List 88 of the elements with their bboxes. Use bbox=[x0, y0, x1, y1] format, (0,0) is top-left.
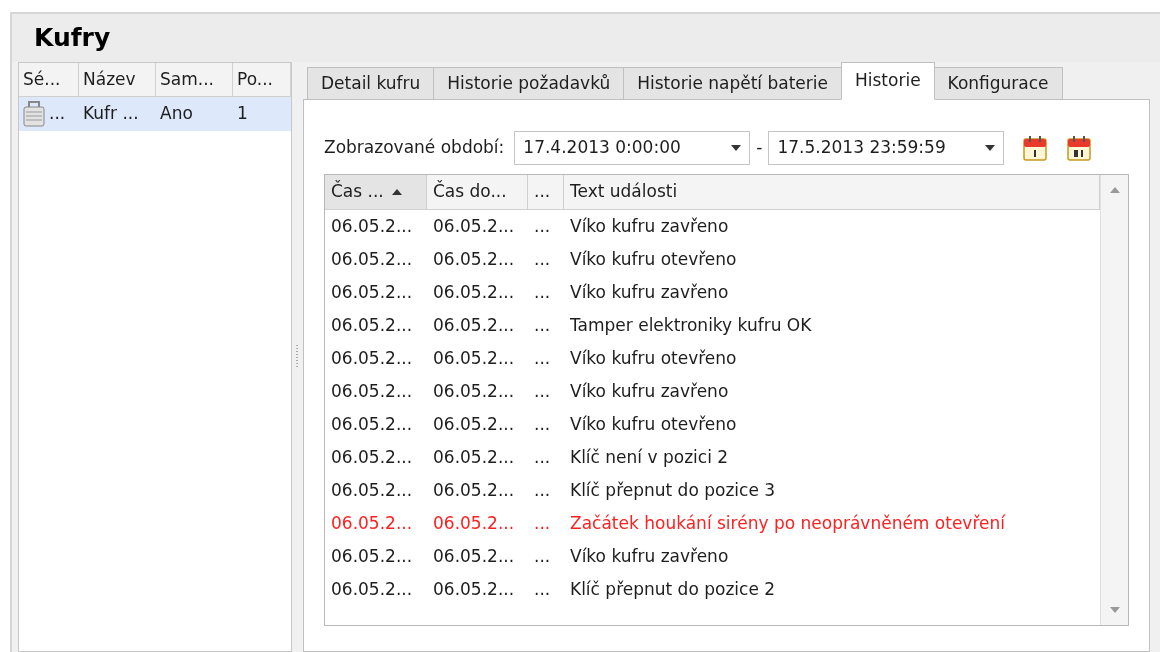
column-header[interactable]: Po... bbox=[233, 63, 291, 96]
table-cell-text: ... bbox=[533, 412, 552, 436]
table-cell-text: ... bbox=[533, 280, 552, 304]
table-cell-text: Klíč přepnut do pozice 2 bbox=[569, 577, 777, 601]
table-cell-text: Víko kufru zavřeno bbox=[569, 544, 730, 568]
sort-ascending-icon bbox=[391, 189, 402, 195]
table-cell-text: ... bbox=[533, 313, 552, 337]
column-header[interactable]: Sé... bbox=[19, 63, 79, 96]
column-header[interactable]: Sam... bbox=[156, 63, 233, 96]
event-row[interactable]: 06.05.2... 06.05.2... ... Víko kufru zavřeno bbox=[325, 276, 1100, 309]
tab[interactable]: Historie bbox=[841, 62, 935, 100]
table-cell-text: Začátek houkání sirény po neoprávněném otevření bbox=[569, 511, 1006, 535]
table-cell-text: ... bbox=[533, 379, 552, 403]
column-header[interactable]: Název bbox=[79, 63, 156, 96]
table-cell-text: 06.05.2... bbox=[432, 577, 516, 601]
suitcase-icon bbox=[23, 101, 45, 127]
table-cell-text: Víko kufru otevřeno bbox=[569, 412, 738, 436]
event-row[interactable]: 06.05.2... 06.05.2... ... Začátek houkání sirény po neoprávněném otevření bbox=[325, 507, 1100, 540]
table-cell-text: ... bbox=[533, 511, 552, 535]
dropdown-arrow-icon bbox=[731, 145, 742, 151]
dropdown-arrow-icon bbox=[985, 145, 996, 151]
table-cell-text: 06.05.2... bbox=[330, 577, 414, 601]
column-header[interactable]: Čas ... bbox=[325, 175, 427, 209]
scroll-up-icon[interactable] bbox=[1109, 187, 1120, 193]
date-dropdown[interactable]: 17.5.2013 23:59:59 bbox=[768, 131, 1005, 165]
table-cell-text: 06.05.2... bbox=[432, 379, 516, 403]
table-cell-text: Tamper elektroniky kufru OK bbox=[569, 313, 813, 337]
table-cell-text: 06.05.2... bbox=[432, 544, 516, 568]
tab[interactable]: Historie požadavků bbox=[433, 67, 625, 100]
table-cell-text: ... bbox=[533, 478, 552, 502]
event-row[interactable]: 06.05.2... 06.05.2... ... Klíč není v pozici 2 bbox=[325, 441, 1100, 474]
table-row[interactable]: ... Kufr ... Ano 1 bbox=[19, 97, 291, 131]
table-cell-text: Ano bbox=[160, 102, 193, 126]
table-cell-text: Klíč přepnut do pozice 3 bbox=[569, 478, 777, 502]
table-cell-text: 06.05.2... bbox=[330, 247, 414, 271]
table-cell-text: 06.05.2... bbox=[330, 478, 414, 502]
range-separator: - bbox=[756, 136, 763, 160]
event-row[interactable]: 06.05.2... 06.05.2... ... Klíč přepnut do pozice 2 bbox=[325, 573, 1100, 606]
table-cell-text: 06.05.2... bbox=[432, 214, 516, 238]
table-cell-text: ... bbox=[533, 214, 552, 238]
table-cell-text: 06.05.2... bbox=[330, 511, 414, 535]
table-cell-text: Víko kufru zavřeno bbox=[569, 214, 730, 238]
table-cell-text: Kufr ... bbox=[83, 102, 139, 126]
table-cell-text: 06.05.2... bbox=[330, 346, 414, 370]
splitter-grip-icon[interactable] bbox=[296, 345, 299, 369]
table-cell-text: Víko kufru otevřeno bbox=[569, 346, 738, 370]
table-cell-text: 1 bbox=[237, 102, 248, 126]
table-cell-text: 06.05.2... bbox=[432, 346, 516, 370]
event-row[interactable]: 06.05.2... 06.05.2... ... Víko kufru otevřeno bbox=[325, 342, 1100, 375]
tab[interactable]: Konfigurace bbox=[933, 67, 1063, 100]
table-cell-text: ... bbox=[533, 346, 552, 370]
table-cell-text: ... bbox=[533, 544, 552, 568]
table-cell-text: ... bbox=[49, 102, 66, 126]
table-cell-text: Víko kufru zavřeno bbox=[569, 379, 730, 403]
scrollbar[interactable] bbox=[1100, 175, 1128, 625]
scroll-down-icon[interactable] bbox=[1109, 607, 1120, 613]
table-cell-text: 06.05.2... bbox=[330, 280, 414, 304]
event-row[interactable]: 06.05.2... 06.05.2... ... Víko kufru zavřeno bbox=[325, 540, 1100, 573]
table-cell-text: Víko kufru zavřeno bbox=[569, 280, 730, 304]
table-cell-text: Víko kufru otevřeno bbox=[569, 247, 738, 271]
period-label: Zobrazované období: bbox=[324, 136, 505, 160]
table-cell-text: 06.05.2... bbox=[432, 247, 516, 271]
event-row[interactable]: 06.05.2... 06.05.2... ... Víko kufru zavřeno bbox=[325, 210, 1100, 243]
table-cell-text: 06.05.2... bbox=[330, 313, 414, 337]
table-cell-text: ... bbox=[533, 577, 552, 601]
date-dropdown[interactable]: 17.4.2013 0:00:00 bbox=[514, 131, 751, 165]
table-cell-text: 06.05.2... bbox=[432, 478, 516, 502]
event-row[interactable]: 06.05.2... 06.05.2... ... Tamper elektroniky kufru OK bbox=[325, 309, 1100, 342]
table-cell-text: 06.05.2... bbox=[432, 280, 516, 304]
table-cell-text: 06.05.2... bbox=[432, 445, 516, 469]
table-cell-text: 06.05.2... bbox=[330, 214, 414, 238]
table-cell-text: 06.05.2... bbox=[432, 412, 516, 436]
event-row[interactable]: 06.05.2... 06.05.2... ... Klíč přepnut do pozice 3 bbox=[325, 474, 1100, 507]
table-cell-text: 06.05.2... bbox=[330, 445, 414, 469]
tab[interactable]: Detail kufru bbox=[307, 67, 435, 100]
event-row[interactable]: 06.05.2... 06.05.2... ... Víko kufru otevřeno bbox=[325, 243, 1100, 276]
table-cell-text: ... bbox=[533, 445, 552, 469]
table-cell-text: ... bbox=[533, 247, 552, 271]
table-cell-text: 06.05.2... bbox=[330, 412, 414, 436]
table-cell-text: 06.05.2... bbox=[330, 544, 414, 568]
event-row[interactable]: 06.05.2... 06.05.2... ... Víko kufru otevřeno bbox=[325, 408, 1100, 441]
table-cell-text: 06.05.2... bbox=[432, 511, 516, 535]
tab[interactable]: Historie napětí baterie bbox=[623, 67, 842, 100]
panel-title: Kufry bbox=[34, 22, 111, 55]
table-cell-text: Klíč není v pozici 2 bbox=[569, 445, 730, 469]
event-row[interactable]: 06.05.2... 06.05.2... ... Víko kufru zavřeno bbox=[325, 375, 1100, 408]
table-cell-text: 06.05.2... bbox=[330, 379, 414, 403]
table-cell-text: 06.05.2... bbox=[432, 313, 516, 337]
